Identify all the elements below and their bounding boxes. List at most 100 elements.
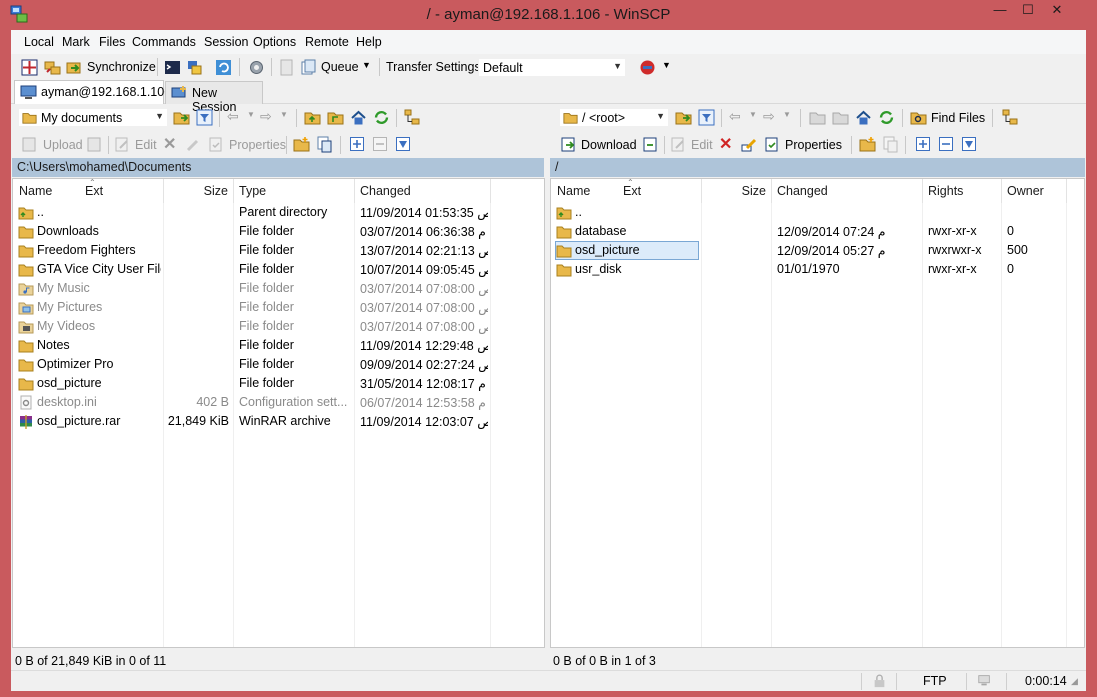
chevron-down-icon[interactable]: ▼ <box>783 110 791 119</box>
column-divider[interactable] <box>701 179 702 203</box>
table-row[interactable]: My Pictures File folder 03/07/2014 07:08:0… <box>13 298 544 317</box>
column-divider[interactable] <box>1001 179 1002 203</box>
close-button[interactable]: ✕ <box>1042 2 1072 20</box>
new-folder-icon[interactable] <box>293 136 310 153</box>
download-icon[interactable] <box>560 136 577 153</box>
title-bar[interactable]: / - ayman@192.168.1.106 - WinSCP — ☐ ✕ <box>0 0 1097 30</box>
filter-icon[interactable] <box>698 109 715 126</box>
forward-icon[interactable]: ⇨ <box>260 108 272 125</box>
table-row[interactable]: osd_picture File folder 31/05/2014 12:08:1… <box>13 374 544 393</box>
refresh-icon[interactable] <box>373 109 390 126</box>
column-header-name[interactable]: Name <box>19 179 52 203</box>
column-divider[interactable] <box>490 179 491 203</box>
tab-new-session[interactable]: New Session <box>165 81 263 114</box>
back-icon[interactable]: ⇦ <box>729 108 741 125</box>
properties-button[interactable]: Properties <box>785 138 842 152</box>
column-header-size[interactable]: Size <box>168 179 228 203</box>
refresh-icon[interactable] <box>215 59 232 76</box>
column-divider[interactable] <box>163 179 164 203</box>
console-icon[interactable] <box>164 59 181 76</box>
copy-path-icon[interactable] <box>882 136 899 153</box>
chevron-down-icon[interactable]: ▼ <box>749 110 757 119</box>
delete-icon[interactable]: ✕ <box>163 134 176 154</box>
menu-remote[interactable]: Remote <box>305 35 349 49</box>
menu-mark[interactable]: Mark <box>62 35 90 49</box>
column-header-owner[interactable]: Owner <box>1007 179 1044 203</box>
find-files-button[interactable]: Find Files <box>931 111 985 125</box>
column-header-size[interactable]: Size <box>706 179 766 203</box>
menu-local[interactable]: Local <box>24 35 54 49</box>
tree-view-icon[interactable] <box>404 109 421 126</box>
parent-directory-icon[interactable] <box>304 109 321 126</box>
table-row[interactable]: My Videos File folder 03/07/2014 07:08:00 … <box>13 317 544 336</box>
properties-button[interactable]: Properties <box>229 138 286 152</box>
column-divider[interactable] <box>922 179 923 203</box>
edit-button[interactable]: Edit <box>135 138 157 152</box>
rename-icon[interactable] <box>185 136 202 153</box>
table-row[interactable]: Freedom Fighters File folder 13/07/2014 02… <box>13 241 544 260</box>
edit-icon[interactable] <box>114 136 131 153</box>
home-icon[interactable] <box>350 109 367 126</box>
new-folder-icon[interactable] <box>859 136 876 153</box>
find-files-icon[interactable] <box>910 109 927 126</box>
table-row[interactable]: Optimizer Pro File folder 09/09/2014 02:27… <box>13 355 544 374</box>
transfer-settings-select[interactable]: Default ▼ <box>478 58 626 77</box>
table-row[interactable]: osd_picture.rar 21,849 KiB WinRAR archive 1… <box>13 412 544 431</box>
tree-view-icon[interactable] <box>1002 109 1019 126</box>
remote-file-list[interactable]: Name Ext ⌃ Size Changed Rights Owner .. d… <box>550 178 1085 648</box>
filter-icon[interactable] <box>196 109 213 126</box>
edit-icon[interactable] <box>670 136 687 153</box>
back-icon[interactable]: ⇦ <box>227 108 239 125</box>
compare-directories-icon[interactable] <box>21 59 38 76</box>
menu-options[interactable]: Options <box>253 35 296 49</box>
filter-mask-icon[interactable] <box>961 136 978 153</box>
edit-button[interactable]: Edit <box>691 138 713 152</box>
chevron-down-icon[interactable]: ▼ <box>247 110 255 119</box>
upload-button[interactable]: Upload <box>43 138 83 152</box>
table-row[interactable]: osd_picture 12/09/2014 05:27 م rwxrwxr-x 50… <box>551 241 1084 260</box>
menu-commands[interactable]: Commands <box>132 35 196 49</box>
rename-icon[interactable] <box>741 136 758 153</box>
local-location-select[interactable]: My documents ▼ <box>18 108 168 127</box>
column-header-changed[interactable]: Changed <box>777 179 828 203</box>
forward-icon[interactable]: ⇨ <box>763 108 775 125</box>
column-divider[interactable] <box>354 179 355 203</box>
properties-icon[interactable] <box>764 136 781 153</box>
parent-directory-icon[interactable] <box>809 109 826 126</box>
local-path-bar[interactable]: C:\Users\mohamed\Documents <box>12 158 544 177</box>
column-header-name[interactable]: Name <box>557 179 590 203</box>
open-directory-icon[interactable] <box>173 109 190 126</box>
refresh-icon[interactable] <box>878 109 895 126</box>
unselect-files-minus-icon[interactable] <box>372 136 389 153</box>
table-row[interactable]: usr_disk 01/01/1970 rwxr-xr-x 0 <box>551 260 1084 279</box>
menu-session[interactable]: Session <box>204 35 248 49</box>
preferences-gear-icon[interactable] <box>248 59 265 76</box>
unselect-files-minus-icon[interactable] <box>938 136 955 153</box>
tab-session-ayman[interactable]: ayman@192.168.1.106 <box>14 80 171 104</box>
table-row[interactable]: .. Parent directory 11/09/2014 01:53:35 ص <box>13 203 544 222</box>
resize-grip-icon[interactable]: ◢ <box>1071 676 1078 687</box>
menu-files[interactable]: Files <box>99 35 125 49</box>
remote-path-bar[interactable]: / <box>550 158 1085 177</box>
synchronize-icon[interactable] <box>66 59 83 76</box>
upload-options-icon[interactable] <box>86 136 103 153</box>
table-row[interactable]: My Music File folder 03/07/2014 07:08:00 ص <box>13 279 544 298</box>
table-row[interactable]: desktop.ini 402 B Configuration sett... 06/… <box>13 393 544 412</box>
column-divider[interactable] <box>233 179 234 203</box>
column-divider[interactable] <box>1066 179 1067 203</box>
properties-icon[interactable] <box>208 136 225 153</box>
select-files-plus-icon[interactable] <box>349 136 366 153</box>
column-header-rights[interactable]: Rights <box>928 179 963 203</box>
table-row[interactable]: Notes File folder 11/09/2014 12:29:48 ص <box>13 336 544 355</box>
local-file-list[interactable]: Name Ext ⌃ Size Type Changed .. Parent di… <box>12 178 545 648</box>
root-directory-icon[interactable] <box>327 109 344 126</box>
putty-icon[interactable] <box>186 59 203 76</box>
column-divider[interactable] <box>771 179 772 203</box>
root-directory-icon[interactable] <box>832 109 849 126</box>
filter-mask-icon[interactable] <box>395 136 412 153</box>
menu-help[interactable]: Help <box>356 35 382 49</box>
disconnect-icon[interactable] <box>639 59 656 76</box>
upload-icon[interactable] <box>21 136 38 153</box>
select-files-plus-icon[interactable] <box>915 136 932 153</box>
download-options-icon[interactable] <box>642 136 659 153</box>
